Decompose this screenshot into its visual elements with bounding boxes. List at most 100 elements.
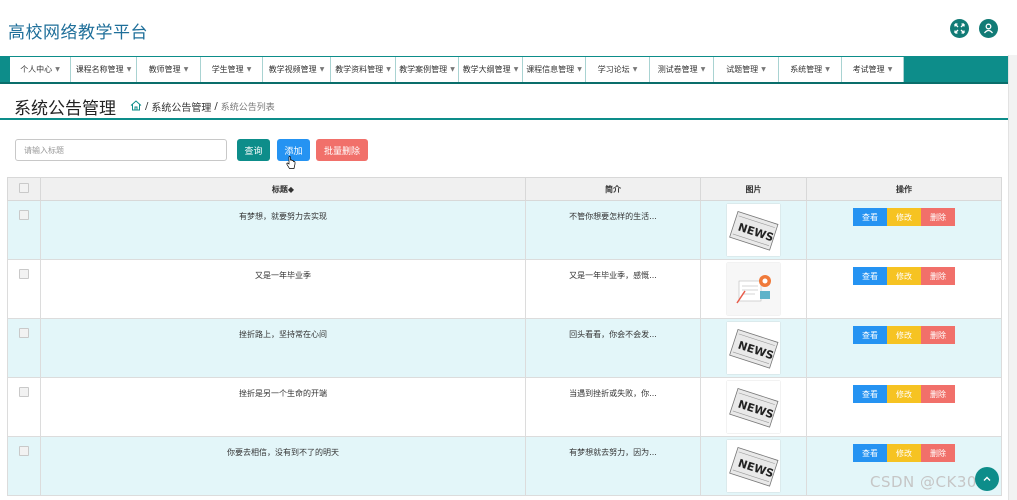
- search-input[interactable]: [15, 139, 227, 161]
- view-button[interactable]: 查看: [853, 385, 887, 403]
- nav-item-personal-center[interactable]: 个人中心 ▼: [10, 57, 71, 82]
- row-image-cell: [700, 259, 807, 319]
- nav-item-test-papers[interactable]: 测试卷管理 ▼: [650, 57, 714, 82]
- expand-icon[interactable]: [950, 19, 969, 38]
- row-select-cell: [7, 436, 41, 496]
- caret-down-icon: ▼: [246, 66, 252, 73]
- app-title: 高校网络教学平台: [8, 23, 148, 43]
- news-image[interactable]: NEWS: [727, 204, 780, 256]
- nav-item-exams[interactable]: 考试管理 ▼: [842, 57, 904, 82]
- row-select-cell: [7, 200, 41, 260]
- nav-item-students[interactable]: 学生管理 ▼: [201, 57, 263, 82]
- nav-label: 课程信息管理: [526, 65, 575, 74]
- edit-button[interactable]: 修改: [887, 444, 921, 462]
- row-image-cell: NEWS: [700, 318, 807, 378]
- breadcrumb-separator: /: [145, 101, 149, 112]
- caret-down-icon: ▼: [450, 66, 455, 73]
- caret-down-icon: ▼: [386, 66, 391, 73]
- delete-button[interactable]: 删除: [921, 208, 955, 226]
- user-icon[interactable]: [979, 19, 998, 38]
- row-select-cell: [7, 259, 41, 319]
- nav-item-system[interactable]: 系统管理 ▼: [779, 57, 842, 82]
- column-header-title[interactable]: 标题◆: [40, 177, 526, 201]
- breadcrumb-separator: /: [214, 101, 218, 112]
- nav-label: 课程名称管理: [75, 65, 124, 74]
- graduation-image[interactable]: [727, 263, 780, 315]
- breadcrumb-item[interactable]: 系统公告管理: [151, 99, 211, 114]
- row-select-cell: [7, 318, 41, 378]
- delete-button[interactable]: 删除: [921, 385, 955, 403]
- page-title: 系统公告管理: [14, 99, 116, 119]
- row-checkbox[interactable]: [19, 210, 29, 220]
- row-checkbox[interactable]: [19, 446, 29, 456]
- news-image[interactable]: NEWS: [727, 322, 780, 374]
- caret-down-icon: ▼: [825, 66, 830, 73]
- nav-label: 教学资料管理: [335, 65, 384, 74]
- nav-label: 教师管理: [148, 65, 181, 74]
- table-row: 挫折路上，坚持常在心间 回头看看，你会不会发... NEWS 查看 修改 删除: [7, 318, 1002, 378]
- edit-button[interactable]: 修改: [887, 208, 921, 226]
- batch-delete-button[interactable]: 批量删除: [316, 139, 368, 161]
- breadcrumb-current: 系统公告列表: [220, 103, 275, 113]
- row-image-cell: NEWS: [700, 200, 807, 260]
- caret-down-icon: ▼: [632, 66, 638, 73]
- caret-down-icon: ▼: [700, 66, 706, 73]
- main-nav: 个人中心 ▼ 课程名称管理 ▼ 教师管理 ▼ 学生管理 ▼ 教学视频管理 ▼ 教学资料管理…: [0, 56, 1008, 84]
- column-header-image: 图片: [700, 177, 807, 201]
- chevron-up-icon: [983, 476, 991, 481]
- nav-label: 系统管理: [790, 65, 823, 74]
- caret-down-icon: ▼: [577, 66, 582, 73]
- view-button[interactable]: 查看: [853, 267, 887, 285]
- nav-item-course-names[interactable]: 课程名称管理 ▼: [71, 57, 137, 82]
- edit-button[interactable]: 修改: [887, 326, 921, 344]
- delete-button[interactable]: 删除: [921, 326, 955, 344]
- select-all-checkbox[interactable]: [19, 183, 29, 193]
- row-actions: 查看 修改 删除: [806, 200, 1002, 260]
- edit-button[interactable]: 修改: [887, 385, 921, 403]
- view-button[interactable]: 查看: [853, 444, 887, 462]
- news-image[interactable]: NEWS: [727, 440, 780, 492]
- row-brief: 有梦想就去努力，因为...: [525, 436, 701, 496]
- nav-item-questions[interactable]: 试题管理 ▼: [714, 57, 779, 82]
- nav-item-teachers[interactable]: 教师管理 ▼: [137, 57, 201, 82]
- row-checkbox[interactable]: [19, 269, 29, 279]
- nav-label: 试题管理: [726, 65, 759, 74]
- edit-button[interactable]: 修改: [887, 267, 921, 285]
- delete-button[interactable]: 删除: [921, 267, 955, 285]
- view-button[interactable]: 查看: [853, 208, 887, 226]
- page-scrollbar[interactable]: [1008, 0, 1017, 500]
- row-select-cell: [7, 377, 41, 437]
- view-button[interactable]: 查看: [853, 326, 887, 344]
- news-image[interactable]: NEWS: [727, 381, 780, 433]
- row-checkbox[interactable]: [19, 328, 29, 338]
- nav-label: 学生管理: [211, 65, 244, 74]
- breadcrumb: / 系统公告管理 / 系统公告列表: [130, 99, 275, 114]
- table-row: 你要去相信，没有到不了的明天 有梦想就去努力，因为... NEWS 查看 修改 …: [7, 436, 1002, 496]
- column-header-brief: 简介: [525, 177, 701, 201]
- nav-item-materials[interactable]: 教学资料管理 ▼: [331, 57, 396, 82]
- nav-item-forum[interactable]: 学习论坛 ▼: [586, 57, 650, 82]
- hand-cursor-icon: [286, 156, 296, 169]
- row-title: 又是一年毕业季: [40, 259, 526, 319]
- nav-label: 个人中心: [20, 65, 53, 74]
- row-brief: 回头看看，你会不会发...: [525, 318, 701, 378]
- row-checkbox[interactable]: [19, 387, 29, 397]
- back-to-top-button[interactable]: [975, 467, 999, 491]
- nav-item-syllabus[interactable]: 教学大纲管理 ▼: [459, 57, 523, 82]
- nav-item-course-info[interactable]: 课程信息管理 ▼: [523, 57, 586, 82]
- query-button[interactable]: 查询: [237, 139, 270, 161]
- home-icon[interactable]: [130, 99, 142, 114]
- caret-down-icon: ▼: [319, 66, 325, 73]
- caret-down-icon: ▼: [761, 66, 766, 73]
- row-actions: 查看 修改 删除: [806, 259, 1002, 319]
- row-title: 你要去相信，没有到不了的明天: [40, 436, 526, 496]
- nav-label: 测试卷管理: [657, 65, 698, 74]
- row-actions: 查看 修改 删除: [806, 318, 1002, 378]
- caret-down-icon: ▼: [55, 66, 60, 73]
- nav-item-videos[interactable]: 教学视频管理 ▼: [263, 57, 331, 82]
- table-row: 有梦想，就要努力去实现 不管你想要怎样的生活... NEWS 查看 修改 删除: [7, 200, 1002, 260]
- delete-button[interactable]: 删除: [921, 444, 955, 462]
- row-brief: 当遇到挫折或失败，你...: [525, 377, 701, 437]
- nav-item-cases[interactable]: 教学案例管理 ▼: [396, 57, 459, 82]
- row-title: 有梦想，就要努力去实现: [40, 200, 526, 260]
